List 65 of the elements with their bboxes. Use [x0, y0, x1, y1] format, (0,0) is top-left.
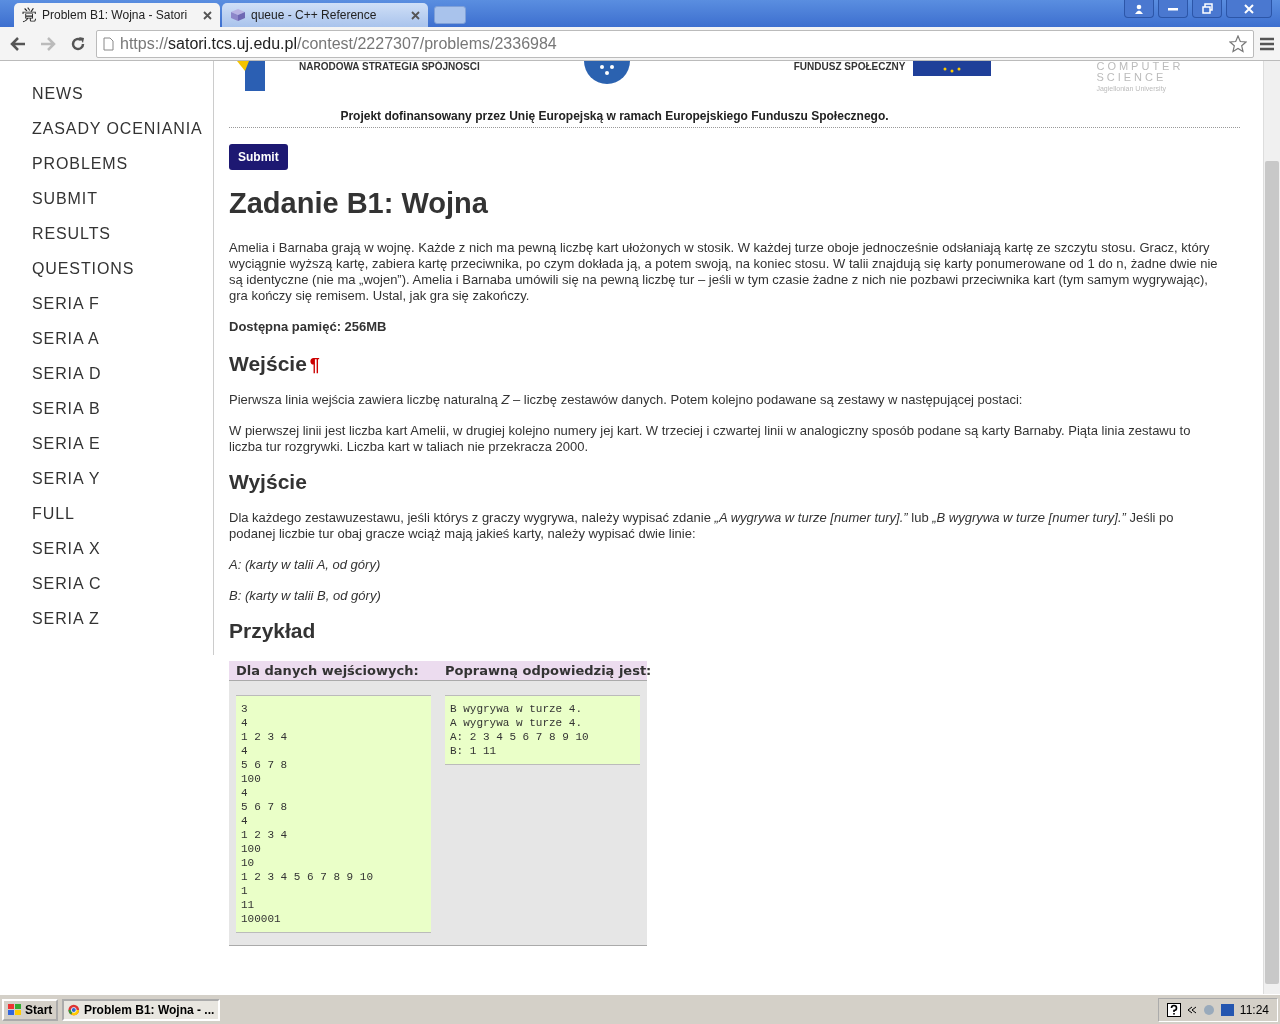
- sidebar-link[interactable]: SERIA X: [32, 531, 213, 566]
- memory-limit: Dostępna pamięć: 256MB: [229, 319, 388, 334]
- browser-icon: [68, 1002, 80, 1017]
- close-window-button[interactable]: [1226, 0, 1272, 18]
- close-icon: [1244, 3, 1254, 14]
- paragraph: B: (karty w talii B, od góry): [229, 588, 382, 604]
- sidebar-link[interactable]: SERIA Z: [32, 601, 213, 636]
- funding-caption: Projekt dofinansowany przez Unię Europejską w ramach Europejskiego Funduszu Społecznego.: [229, 101, 1240, 128]
- user-button[interactable]: [1124, 0, 1154, 18]
- restore-button[interactable]: [1192, 0, 1222, 18]
- paragraph: Dla każdego zestawuzestawu, jeśli którys z graczy wygrywa, należy wypisać zdanie „A wygrywa w turze [numer tury].” lub „B wygrywa w turze [numer tury].” Jeśli po podanej liczbie tur obaj gracze wciąż mają jakieś karty, należy wypisać dwie linie:: [229, 510, 1175, 542]
- sidebar-link[interactable]: SERIA A: [32, 321, 213, 356]
- browser-tab[interactable]: queue - C++ Reference: [222, 3, 428, 27]
- paragraph: W pierwszej linii jest liczba kart Amelii, w drugiej kolejno numery jej kart. W trzeciej i czwartej linii w analogiczny sposób podane są karty Barnaby. Piąta linia zestawu to liczba tur rozgrywki. Liczba kart w taliach nie przekracza 2000.: [229, 423, 1192, 455]
- sidebar-link[interactable]: ZASADY OCENIANIA: [32, 111, 213, 146]
- sidebar-link[interactable]: RESULTS: [32, 216, 213, 251]
- sidebar-link[interactable]: SERIA C: [32, 566, 213, 601]
- person-icon: [1134, 3, 1144, 14]
- taskbar-button[interactable]: Problem B1: Wojna - ...: [62, 998, 221, 1021]
- problem-title: Zadanie B1: Wojna: [229, 187, 489, 220]
- restore-icon: [1201, 3, 1213, 14]
- close-icon[interactable]: [411, 10, 420, 20]
- sidebar-link[interactable]: SERIA D: [32, 356, 213, 391]
- cube-icon: [230, 8, 246, 22]
- sample-output: B wygrywa w turze 4. A wygrywa w turze 4. A: 2 3 4 5 6 7 8 9 10 B: 1 11: [445, 695, 640, 765]
- sidebar-link[interactable]: SERIA F: [32, 286, 213, 321]
- sidebar-link[interactable]: NEWS: [32, 76, 213, 111]
- reload-icon: [70, 35, 86, 52]
- back-arrow-icon: [10, 36, 26, 51]
- close-icon[interactable]: [203, 10, 212, 20]
- section-heading: Przykład: [229, 619, 316, 643]
- paragraph: Pierwsza linia wejścia zawiera liczbę naturalną Z – liczbę zestawów danych. Potem kolejno podawane są zestawy w następującej postaci:: [229, 392, 1024, 408]
- logo-text: FUNDUSZ SPOŁECZNY: [793, 61, 906, 72]
- section-heading: Wejście: [229, 352, 307, 376]
- submit-button[interactable]: Submit: [229, 144, 288, 170]
- sidebar-link[interactable]: SERIA B: [32, 391, 213, 426]
- sidebar-link[interactable]: SERIA E: [32, 426, 213, 461]
- help-icon[interactable]: [1166, 1002, 1181, 1017]
- browser-tab[interactable]: 覚 Problem B1: Wojna - Satori: [14, 3, 220, 27]
- sidebar-link[interactable]: SERIA Y: [32, 461, 213, 496]
- logo-text: NARODOWA STRATEGIA SPÓJNOSCI: [299, 61, 480, 72]
- clock: 11:24: [1239, 1002, 1269, 1017]
- network-icon: [1202, 1003, 1215, 1016]
- scrollbar[interactable]: [1263, 61, 1280, 994]
- menu-icon[interactable]: [1260, 36, 1274, 51]
- chevron-icon[interactable]: [1186, 1005, 1197, 1014]
- column-label: Dla danych wejściowych:: [235, 662, 420, 680]
- windows-logo-icon: [8, 1003, 22, 1016]
- sidebar-link[interactable]: PROBLEMS: [32, 146, 213, 181]
- anchor-link[interactable]: ¶: [309, 355, 320, 376]
- minimize-button[interactable]: [1158, 0, 1188, 18]
- monitor-icon: [1220, 1003, 1234, 1016]
- sidebar-link[interactable]: FULL: [32, 496, 213, 531]
- sidebar-link[interactable]: SUBMIT: [32, 181, 213, 216]
- page-icon: [103, 36, 114, 51]
- paragraph: A: (karty w talii A, od góry): [229, 557, 382, 573]
- section-heading: Wyjście: [229, 470, 307, 494]
- problem-statement: Amelia i Barnaba grają w wojnę. Każde z nich ma pewną liczbę kart ułożonych w stosik. W każdej turze oboje jednocześnie odsłaniają kartę ze szczytu stosu. Gracz, który wyciągnie wyższą kartę, zabiera kartę przeciwnika, po czym dokłada ją, a potem swoją, na koniec stosu. W talii znajdują się karty ponumerowane od 1 do n, żadne dwie nie są identyczne (nie ma „wojen”). Amelia i Barnaba umówili się na pewną liczbę tur – jeśli w tym czasie żadne z nich nie pozbawi przeciwnika kart (tym samym wygrywając), gra kończy się remisem. Ustal, jak gra się zakończy.: [229, 240, 1219, 304]
- minimize-icon: [1168, 6, 1178, 11]
- address-bar[interactable]: https://satori.tcs.uj.edu.pl/contest/2227307/problems/2336984: [96, 29, 1254, 58]
- start-button[interactable]: Start: [2, 998, 59, 1021]
- forward-arrow-icon: [40, 36, 56, 51]
- star-icon[interactable]: [1229, 34, 1247, 53]
- sidebar-link[interactable]: QUESTIONS: [32, 251, 213, 286]
- kanji-icon: 覚: [22, 5, 37, 25]
